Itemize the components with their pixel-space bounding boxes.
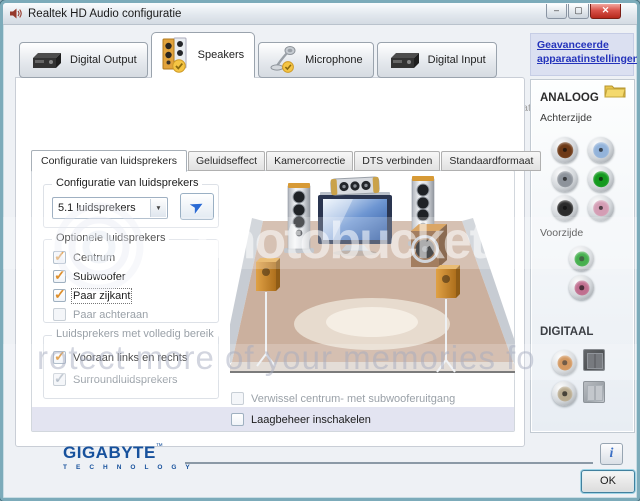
checkbox-paar-zijkant[interactable]: ✓ Paar zijkant (53, 286, 133, 304)
side-left-speaker (256, 258, 280, 291)
checkbox-paar-achteraan[interactable]: ✓ Paar achteraan (53, 307, 148, 322)
jack-spdif-out[interactable] (552, 350, 577, 375)
realtek-audio-window: Realtek HD Audio configuratie – ▢ ✕ Digi… (0, 0, 640, 501)
checkbox-icon[interactable]: ✓ (53, 286, 66, 302)
microphone-icon (270, 46, 296, 73)
front-left-speaker (284, 183, 314, 253)
jack-side-out[interactable] (552, 166, 578, 192)
subtab-dts-connect[interactable]: DTS verbinden (354, 151, 441, 171)
auto-test-button[interactable]: ➤ (180, 193, 214, 220)
tab-label: Digital Input (427, 54, 486, 66)
full-range-group: Luidsprekers met volledig bereik ✓ Voora… (43, 328, 219, 399)
checkbox-icon[interactable]: ✓ (53, 308, 66, 321)
checkbox-icon[interactable]: ✓ (53, 267, 66, 283)
jack-front-out[interactable] (588, 166, 614, 192)
digital-heading: DIGITAAL (540, 326, 594, 338)
jack-spdif-in[interactable] (552, 381, 577, 406)
checkbox-icon[interactable]: ✓ (231, 413, 244, 426)
subtab-default-format[interactable]: Standaardformaat (441, 151, 542, 171)
speaker-config-group: Configuratie van luidsprekers 5.1 luidsp… (43, 177, 219, 228)
subtab-speaker-configuration[interactable]: Configuratie van luidsprekers (31, 150, 187, 172)
checkbox-swap-center-subwoofer[interactable]: ✓ Verwissel centrum- met subwooferuitgan… (231, 391, 455, 406)
window-title: Realtek HD Audio configuratie (28, 7, 182, 20)
optional-speakers-label: Optionele luidsprekers (52, 232, 170, 244)
rear-label: Achterzijde (540, 112, 592, 124)
tab-speakers[interactable]: Speakers (150, 32, 256, 78)
speaker-tower-icon (162, 37, 187, 73)
ok-button[interactable]: OK (581, 470, 635, 493)
jack-mic-in-front[interactable] (569, 275, 594, 300)
checkbox-centrum[interactable]: ✓ Centrum (53, 248, 115, 265)
device-box-icon (390, 53, 419, 68)
checkbox-vooraan-links-rechts[interactable]: ✓ Vooraan links en rechts (53, 348, 187, 365)
app-speaker-icon (10, 8, 22, 19)
optional-speakers-group: Optionele luidsprekers ✓ Centrum ✓ Subwo… (43, 232, 219, 323)
analog-heading: ANALOOG (540, 92, 599, 104)
checkbox-icon[interactable]: ✓ (53, 370, 66, 386)
folder-icon[interactable] (604, 83, 626, 98)
footer-divider (185, 462, 593, 464)
play-arrow-icon: ➤ (186, 194, 208, 218)
checkbox-subwoofer[interactable]: ✓ Subwoofer (53, 267, 126, 284)
jack-headphone-front[interactable] (569, 246, 594, 271)
speaker-room-illustration (230, 176, 515, 373)
info-button[interactable]: i (600, 443, 623, 465)
checkbox-icon[interactable]: ✓ (53, 248, 66, 264)
speaker-config-label: Configuratie van luidsprekers (52, 177, 203, 189)
checkbox-icon[interactable]: ✓ (53, 348, 66, 364)
chevron-down-icon[interactable]: ▼ (150, 199, 166, 217)
speaker-subtabs: Configuratie van luidsprekers Geluidseff… (31, 150, 542, 172)
close-button[interactable]: ✕ (590, 4, 621, 19)
speaker-config-select[interactable]: 5.1 luidsprekers ▼ (52, 197, 168, 219)
checkbox-surroundluidsprekers[interactable]: ✓ Surroundluidsprekers (53, 370, 178, 387)
tab-label: Digital Output (70, 54, 137, 66)
gigabyte-logo: GIGABYTE™ T E C H N O L O G Y (63, 443, 194, 471)
tab-label: Speakers (197, 49, 245, 61)
checkbox-icon[interactable]: ✓ (231, 392, 244, 405)
optical-port-in-icon[interactable] (583, 381, 605, 403)
full-range-label: Luidsprekers met volledig bereik (52, 328, 218, 340)
connector-panel: ANALOOG Achterzijde Voorzijde DIGITAAL (530, 79, 635, 433)
front-label: Voorzijde (540, 227, 584, 239)
tab-microphone[interactable]: Microphone (258, 42, 374, 78)
advanced-settings-link[interactable]: Geavanceerde apparaatinstellingen (537, 39, 637, 66)
center-speaker (330, 176, 380, 196)
info-icon: i (609, 446, 614, 461)
tab-digital-input[interactable]: Digital Input (376, 42, 497, 78)
device-tabs: Digital Output Speakers Microphone Digit… (19, 32, 497, 78)
titlebar: Realtek HD Audio configuratie – ▢ ✕ (3, 3, 637, 25)
jack-rear-out[interactable] (552, 195, 578, 221)
jack-mic-in-rear[interactable] (588, 195, 614, 221)
optical-port-out-icon[interactable] (583, 349, 605, 371)
tab-digital-output[interactable]: Digital Output (19, 42, 148, 78)
minimize-button[interactable]: – (546, 4, 567, 19)
subtab-sound-effect[interactable]: Geluidseffect (188, 151, 266, 171)
advanced-settings-box: Geavanceerde apparaatinstellingen (530, 33, 637, 76)
jack-line-in[interactable] (588, 137, 614, 163)
jack-center-subwoofer-out[interactable] (552, 137, 578, 163)
selected-option: 5.1 luidsprekers (58, 202, 136, 214)
subtab-room-correction[interactable]: Kamercorrectie (266, 151, 354, 171)
tab-label: Microphone (305, 54, 363, 66)
device-box-icon (33, 53, 61, 68)
checkbox-bass-management[interactable]: ✓ Laagbeheer inschakelen (231, 412, 371, 427)
subwoofer (411, 224, 447, 267)
side-right-speaker (436, 265, 460, 298)
maximize-button[interactable]: ▢ (568, 4, 589, 19)
